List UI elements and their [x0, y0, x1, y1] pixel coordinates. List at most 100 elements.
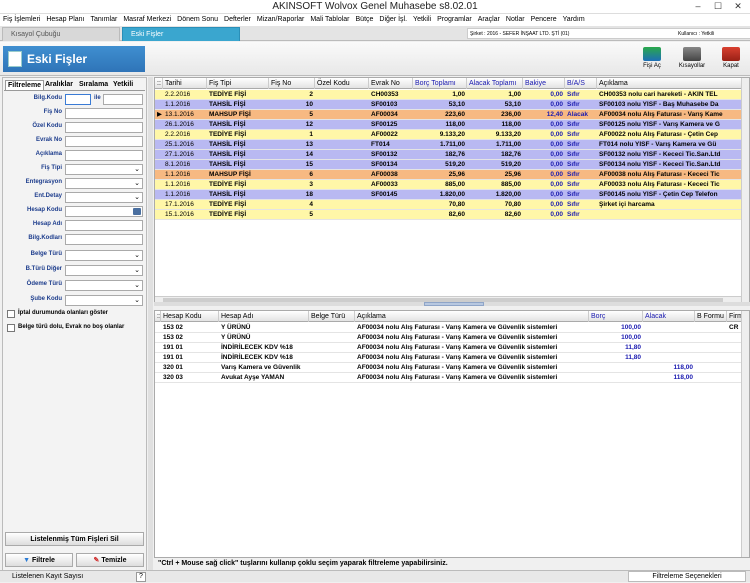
- table-row[interactable]: 191 01 İNDİRİLECEK KDV %18 AF00034 nolu Al…: [155, 353, 749, 363]
- menu-item-masraf-merkezi[interactable]: Masraf Merkezi: [120, 14, 174, 26]
- menu-item-araclar[interactable]: Araçlar: [475, 14, 503, 26]
- menu-item-pencere[interactable]: Pencere: [528, 14, 560, 26]
- column-header[interactable]: Hesap Kodu: [161, 311, 219, 322]
- column-header[interactable]: Tarihi: [163, 78, 207, 89]
- column-header[interactable]: Açıklama: [597, 78, 747, 89]
- clear-listed-button[interactable]: Listelenmiş Tüm Fişleri Sil: [5, 532, 144, 546]
- table-cell: TEDİYE FİŞİ: [209, 211, 247, 218]
- table-row[interactable]: 153 02 Y ÜRÜNÜ AF00034 nolu Alış Faturası …: [155, 333, 749, 343]
- table-row[interactable]: 2.2.2016 TEDİYE FİŞİ 2 CH00353 1,00 1,00 0,00 S…: [155, 90, 749, 100]
- table-row[interactable]: 27.1.2016 TAHSİL FİŞİ 14 SF00132 182,76 182,7…: [155, 150, 749, 160]
- aciklama-input[interactable]: [65, 150, 143, 161]
- bilg-kodlari-input[interactable]: [65, 234, 143, 245]
- tab-yetkili[interactable]: Yetkili: [111, 80, 135, 90]
- table-row[interactable]: 26.1.2016 TAHSİL FİŞİ 12 SF00125 118,00 118,0…: [155, 120, 749, 130]
- table-row[interactable]: 320 03 Avukat Ayşe YAMAN AF00034 nolu Alış…: [155, 373, 749, 383]
- odeme-turu-select[interactable]: ⌄: [65, 280, 143, 291]
- menu-item-hesap-plani[interactable]: Hesap Planı: [43, 14, 87, 26]
- column-header[interactable]: Belge Türü: [309, 311, 355, 322]
- receipts-grid[interactable]: :: Tarihi Fiş Tipi Fiş No Özel Kodu Evrak No B…: [154, 77, 750, 305]
- minimize-button[interactable]: –: [688, 0, 708, 12]
- tab-araliklar[interactable]: Aralıklar: [43, 80, 75, 90]
- vertical-scrollbar[interactable]: [741, 311, 749, 557]
- hesap-adi-input[interactable]: [65, 220, 143, 231]
- menu-item-mali-tablolar[interactable]: Mali Tablolar: [307, 14, 352, 26]
- column-header[interactable]: Özel Kodu: [315, 78, 369, 89]
- belge-turu-checkbox[interactable]: [7, 324, 15, 332]
- table-row[interactable]: 1.1.2016 TAHSİL FİŞİ 18 SF00145 1.820,00 1.82…: [155, 190, 749, 200]
- kapat-button[interactable]: Kapat: [716, 44, 746, 76]
- column-header[interactable]: Evrak No: [369, 78, 413, 89]
- evrak-no-input[interactable]: [65, 136, 143, 147]
- column-header[interactable]: Alacak: [643, 311, 695, 322]
- maximize-button[interactable]: ☐: [708, 0, 728, 12]
- panel-splitter[interactable]: [148, 77, 153, 580]
- grid-splitter[interactable]: [154, 302, 750, 306]
- table-row[interactable]: ▶ 13.1.2016 MAHSUP FİŞİ 5 AF00034 223,60 236,0…: [155, 110, 749, 120]
- table-row[interactable]: 1.1.2016 TEDİYE FİŞİ 3 AF00033 885,00 885,00 0…: [155, 180, 749, 190]
- tab-siralama[interactable]: Sıralama: [77, 80, 110, 90]
- table-row[interactable]: 17.1.2016 TEDİYE FİŞİ 4 70,80 70,80 0,00 Sıfır…: [155, 200, 749, 210]
- table-row[interactable]: 15.1.2016 TEDİYE FİŞİ 5 82,60 82,60 0,00 Sıfır: [155, 210, 749, 220]
- menu-item-yetkili[interactable]: Yetkili: [410, 14, 434, 26]
- table-row[interactable]: 8.1.2016 TAHSİL FİŞİ 15 SF00134 519,20 519,20…: [155, 160, 749, 170]
- column-header[interactable]: Fiş Tipi: [207, 78, 269, 89]
- table-row[interactable]: 320 01 Varış Kamera ve Güvenlik AF00034 no…: [155, 363, 749, 373]
- hesap-kodu-input[interactable]: [65, 206, 143, 217]
- entegrasyon-select[interactable]: ⌄: [65, 178, 143, 189]
- column-header[interactable]: Hesap Adı: [219, 311, 309, 322]
- sube-kodu-select[interactable]: ⌄: [65, 295, 143, 306]
- column-header[interactable]: Alacak Toplamı: [467, 78, 523, 89]
- table-cell: [643, 333, 695, 343]
- ent-detay-select[interactable]: ⌄: [65, 192, 143, 203]
- menu-item-programlar[interactable]: Programlar: [434, 14, 475, 26]
- table-row[interactable]: 1.1.2016 MAHSUP FİŞİ 6 AF00038 25,96 25,96 0,0…: [155, 170, 749, 180]
- menu-item-butce[interactable]: Bütçe: [353, 14, 377, 26]
- column-header[interactable]: Bakiye: [523, 78, 565, 89]
- menu-item-diger-isl[interactable]: Diğer İşl.: [376, 14, 410, 26]
- column-header[interactable]: Borç: [589, 311, 643, 322]
- bilg-kodu-from-input[interactable]: [65, 94, 91, 105]
- kisayollar-button[interactable]: Kısayollar: [676, 44, 708, 76]
- bilg-kodu-to-input[interactable]: [103, 94, 143, 105]
- column-header[interactable]: B Formu: [695, 311, 727, 322]
- ozel-kodu-input[interactable]: [65, 122, 143, 133]
- menu-item-notlar[interactable]: Notlar: [503, 14, 528, 26]
- iptal-checkbox[interactable]: [7, 310, 15, 318]
- column-header[interactable]: ::: [155, 78, 163, 89]
- table-cell: AF00022: [371, 131, 398, 138]
- menu-item-tanimlar[interactable]: Tanımlar: [87, 14, 120, 26]
- close-button[interactable]: ✕: [728, 0, 748, 12]
- column-header[interactable]: Fiş No: [269, 78, 315, 89]
- table-row[interactable]: 2.2.2016 TEDİYE FİŞİ 1 AF00022 9.133,20 9.133…: [155, 130, 749, 140]
- b-turu-diger-select[interactable]: ⌄: [65, 265, 143, 276]
- help-button[interactable]: ?: [136, 572, 146, 582]
- menu-item-mizan-raporlar[interactable]: Mizan/Raporlar: [254, 14, 307, 26]
- menu-item-yardim[interactable]: Yardım: [560, 14, 588, 26]
- fisi-ac-button[interactable]: Fişi Aç: [638, 44, 666, 76]
- belge-turu-select[interactable]: ⌄: [65, 250, 143, 261]
- filter-button[interactable]: ▼ Filtrele: [5, 553, 73, 567]
- tab-eski-fisler[interactable]: Eski Fişler: [122, 27, 240, 41]
- lookup-icon[interactable]: [133, 208, 141, 215]
- menu-item-fis-islemleri[interactable]: Fiş İşlemleri: [0, 14, 43, 26]
- column-header[interactable]: Borç Toplamı: [413, 78, 467, 89]
- menu-item-defterler[interactable]: Defterler: [221, 14, 254, 26]
- clean-button[interactable]: ✎ Temizle: [76, 553, 144, 567]
- table-row[interactable]: 153 02 Y ÜRÜNÜ AF00034 nolu Alış Faturası …: [155, 323, 749, 333]
- table-row[interactable]: 191 01 İNDİRİLECEK KDV %18 AF00034 nolu Al…: [155, 343, 749, 353]
- column-header[interactable]: Açıklama: [355, 311, 589, 322]
- tab-filtreleme[interactable]: Filtreleme: [5, 80, 45, 90]
- table-row[interactable]: 25.1.2016 TAHSİL FİŞİ 13 FT014 1.711,00 1.711…: [155, 140, 749, 150]
- column-header[interactable]: B/A/S: [565, 78, 597, 89]
- vertical-scrollbar[interactable]: [741, 78, 749, 304]
- table-cell: 14: [305, 151, 313, 158]
- menu-item-donem-sonu[interactable]: Dönem Sonu: [174, 14, 221, 26]
- fis-no-input[interactable]: [65, 108, 143, 119]
- fis-tipi-select[interactable]: ⌄: [65, 164, 143, 175]
- table-cell: TEDİYE FİŞİ: [209, 201, 247, 208]
- filter-options-button[interactable]: Filtreleme Seçenekleri: [628, 571, 746, 582]
- table-row[interactable]: 1.1.2016 TAHSİL FİŞİ 10 SF00103 53,10 53,10 0,…: [155, 100, 749, 110]
- tab-kisayol-cubugu[interactable]: Kısayol Çubuğu: [2, 27, 120, 41]
- receipt-lines-grid[interactable]: :: Hesap Kodu Hesap Adı Belge Türü Açıklama B…: [154, 310, 750, 558]
